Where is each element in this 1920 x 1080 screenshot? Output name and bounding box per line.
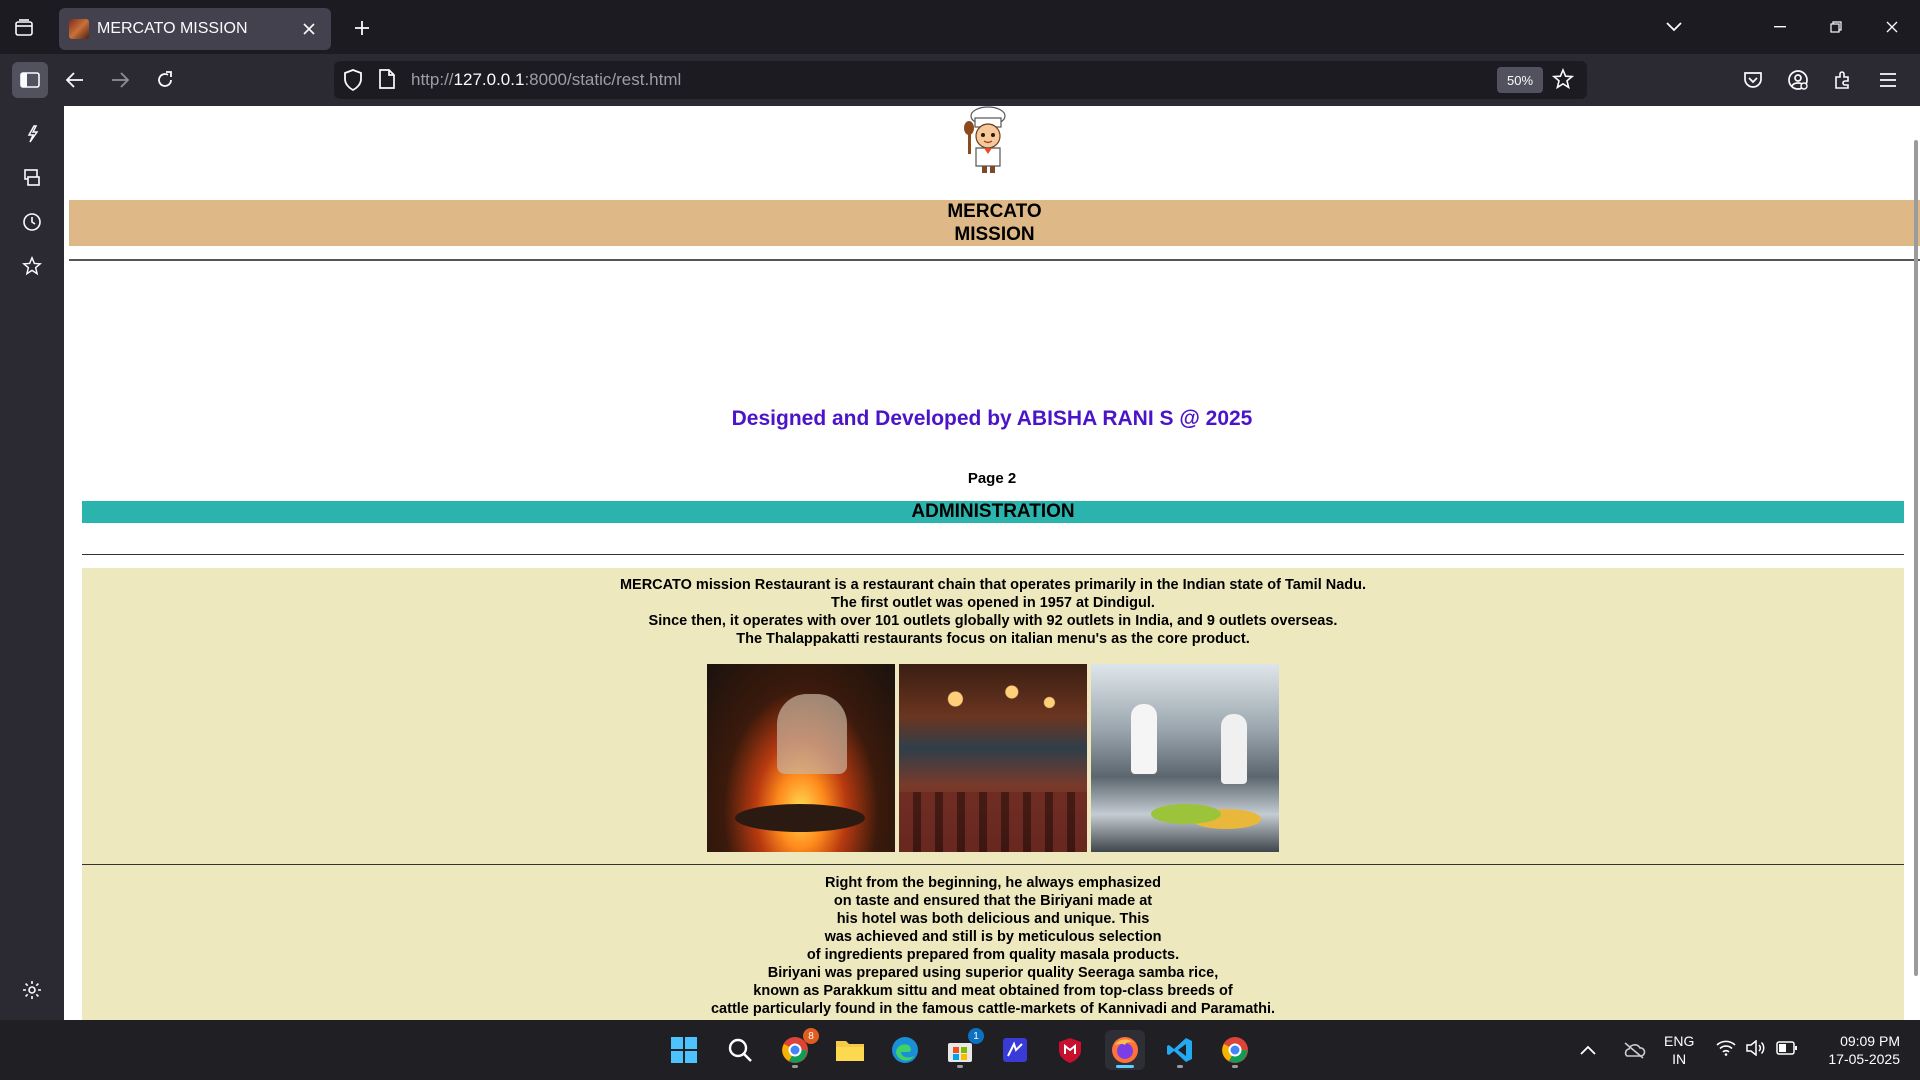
site-favicon xyxy=(69,19,89,39)
zoom-level-button[interactable]: 50% xyxy=(1497,67,1543,93)
ai-chatbot-icon[interactable] xyxy=(14,116,50,152)
page-viewport: MERCATO MISSION Designed and Developed b… xyxy=(64,106,1920,1020)
windows-taskbar: 8 1 ENG IN 09:09 PM 17-05-2025 xyxy=(0,1020,1920,1080)
language-indicator[interactable]: ENG IN xyxy=(1664,1020,1694,1080)
visual-studio-icon[interactable] xyxy=(995,1030,1035,1070)
microsoft-store-icon[interactable]: 1 xyxy=(940,1028,984,1070)
story-line: his hotel was both delicious and unique.… xyxy=(836,911,1150,927)
reload-icon[interactable] xyxy=(147,62,183,98)
url-prefix: http:// xyxy=(411,70,454,89)
wifi-icon xyxy=(1716,1040,1736,1061)
firefox-view-icon[interactable] xyxy=(10,14,38,42)
story-line: known as Parakkum sittu and meat obtaine… xyxy=(753,983,1233,999)
pocket-icon[interactable] xyxy=(1735,62,1771,98)
extensions-icon[interactable] xyxy=(1825,62,1861,98)
bookmark-star-icon[interactable] xyxy=(1551,67,1575,95)
region-code: IN xyxy=(1672,1051,1687,1067)
about-line: The Thalappakatti restaurants focus on i… xyxy=(736,631,1250,647)
list-all-tabs-icon[interactable] xyxy=(1660,13,1688,41)
sidebar-settings-gear-icon[interactable] xyxy=(14,972,50,1008)
new-tab-button[interactable] xyxy=(348,14,376,42)
story-line: Biriyani was prepared using superior qua… xyxy=(767,965,1219,981)
search-icon[interactable] xyxy=(720,1030,760,1070)
clock-date: 17-05-2025 xyxy=(1828,1051,1900,1067)
tracking-protection-shield-icon[interactable] xyxy=(342,68,364,97)
language-code: ENG xyxy=(1664,1033,1695,1049)
photo-gallery xyxy=(707,664,1279,852)
tab-title: MERCATO MISSION xyxy=(97,20,248,37)
close-tab-icon[interactable] xyxy=(297,17,321,41)
window-controls xyxy=(1752,0,1920,54)
sidebar-toggle-icon[interactable] xyxy=(12,62,48,98)
start-windows-icon[interactable] xyxy=(664,1030,704,1070)
mcafee-icon[interactable] xyxy=(1050,1030,1090,1070)
section-heading-administration: ADMINISTRATION xyxy=(82,501,1904,523)
onedrive-offline-icon[interactable] xyxy=(1622,1020,1646,1080)
clock-time: 09:09 PM xyxy=(1840,1033,1900,1049)
site-title-banner: MERCATO MISSION xyxy=(69,200,1920,246)
page-info-icon[interactable] xyxy=(378,68,396,95)
running-indicator xyxy=(957,1065,963,1068)
bookmarks-icon[interactable] xyxy=(14,248,50,284)
close-window-icon[interactable] xyxy=(1864,0,1920,54)
store-notification-badge: 1 xyxy=(968,1028,984,1044)
tab-mercato-mission[interactable]: MERCATO MISSION xyxy=(59,8,331,50)
kitchen-staff-photo xyxy=(1091,664,1279,852)
edge-icon[interactable] xyxy=(885,1030,925,1070)
url-text[interactable]: http://127.0.0.1:8000/static/rest.html xyxy=(411,70,681,90)
chrome-notification-badge: 8 xyxy=(803,1028,819,1044)
url-path: :8000/static/rest.html xyxy=(524,70,682,89)
story-line: of ingredients prepared from quality mas… xyxy=(806,947,1180,963)
address-bar[interactable]: http://127.0.0.1:8000/static/rest.html 5… xyxy=(334,61,1587,99)
story-line: cattle particularly found in the famous … xyxy=(710,1001,1276,1017)
back-icon[interactable] xyxy=(57,62,93,98)
history-icon[interactable] xyxy=(14,204,50,240)
restaurant-interior-photo xyxy=(899,664,1087,852)
page-scrollbar[interactable] xyxy=(1914,140,1918,976)
story-line: was achieved and still is by meticulous … xyxy=(824,929,1162,945)
show-hidden-icons-chevron-icon[interactable] xyxy=(1580,1020,1596,1080)
url-host: 127.0.0.1 xyxy=(453,70,525,89)
about-line: Since then, it operates with over 101 ou… xyxy=(648,613,1338,629)
running-indicator xyxy=(1177,1065,1183,1068)
vscode-icon[interactable] xyxy=(1160,1030,1200,1070)
battery-icon xyxy=(1776,1040,1798,1060)
restore-icon[interactable] xyxy=(1808,0,1864,54)
site-title-line2: MISSION xyxy=(954,224,1035,245)
volume-icon xyxy=(1746,1038,1766,1061)
app-menu-icon[interactable] xyxy=(1870,62,1906,98)
sidebar-rail xyxy=(0,106,64,1020)
account-icon[interactable] xyxy=(1780,62,1816,98)
divider xyxy=(69,259,1920,261)
content-panel: MERCATO mission Restaurant is a restaura… xyxy=(82,568,1904,1020)
navigation-toolbar: http://127.0.0.1:8000/static/rest.html 5… xyxy=(0,54,1920,106)
file-explorer-icon[interactable] xyxy=(830,1030,870,1070)
about-line: The first outlet was opened in 1957 at D… xyxy=(831,595,1155,611)
about-paragraph: MERCATO mission Restaurant is a restaura… xyxy=(82,576,1904,648)
toolbar-right xyxy=(1735,62,1906,98)
chef-mascot-logo xyxy=(960,106,1016,174)
running-indicator xyxy=(792,1065,798,1068)
divider xyxy=(82,554,1904,555)
active-indicator xyxy=(1116,1065,1134,1068)
story-line: Right from the beginning, he always emph… xyxy=(825,875,1161,891)
forward-icon[interactable] xyxy=(102,62,138,98)
tab-bar: MERCATO MISSION xyxy=(0,0,1920,54)
page-number: Page 2 xyxy=(967,470,1017,487)
chef-cooking-photo xyxy=(707,664,895,852)
chrome-icon[interactable]: 8 xyxy=(775,1028,819,1070)
minimize-icon[interactable] xyxy=(1752,0,1808,54)
divider xyxy=(82,864,1904,865)
site-title-line1: MERCATO xyxy=(947,201,1042,222)
developer-credit: Designed and Developed by ABISHA RANI S … xyxy=(731,407,1253,430)
history-paragraph: Right from the beginning, he always emph… xyxy=(82,874,1904,1018)
story-line: on taste and ensured that the Biriyani m… xyxy=(833,893,1153,909)
clock[interactable]: 09:09 PM 17-05-2025 xyxy=(1812,1020,1900,1080)
chrome-icon-2[interactable] xyxy=(1215,1030,1255,1070)
about-line: MERCATO mission Restaurant is a restaura… xyxy=(619,577,1367,593)
running-indicator xyxy=(1232,1065,1238,1068)
quick-settings[interactable] xyxy=(1716,1020,1798,1080)
synced-tabs-icon[interactable] xyxy=(14,160,50,196)
firefox-icon[interactable] xyxy=(1105,1030,1145,1070)
